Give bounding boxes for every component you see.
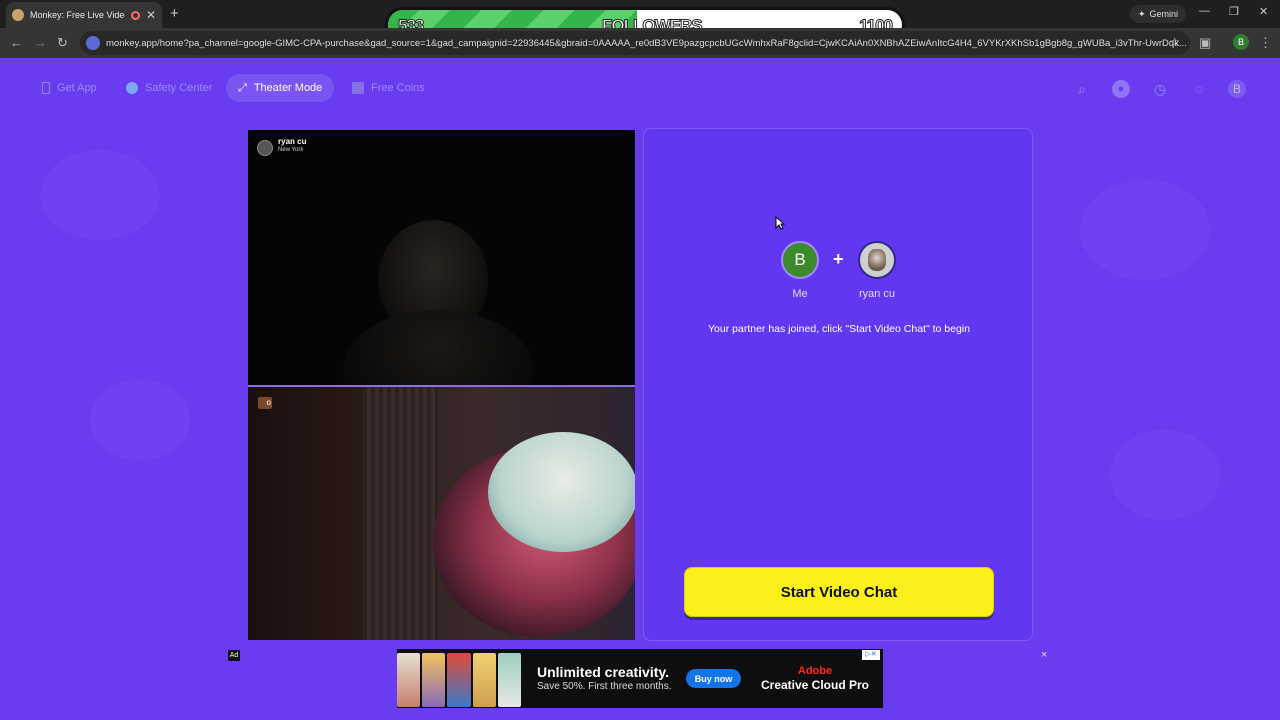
nav-theater-mode-label: Theater Mode bbox=[253, 82, 323, 94]
back-icon[interactable]: ← bbox=[10, 35, 23, 50]
ad-buy-now-button[interactable]: Buy now bbox=[686, 669, 741, 688]
bookmark-star-icon[interactable]: ☆ bbox=[1169, 35, 1180, 49]
background-decoration bbox=[40, 150, 160, 240]
partner-avatar bbox=[257, 140, 273, 156]
plus-icon: + bbox=[833, 249, 844, 269]
site-info-icon[interactable] bbox=[86, 36, 100, 50]
partner-avatar-large bbox=[858, 241, 896, 279]
history-icon[interactable]: ◷ bbox=[1151, 80, 1169, 98]
partner-label: ryan cu bbox=[858, 288, 896, 300]
nav-free-coins-label: Free Coins bbox=[371, 82, 425, 94]
ad-brand-bottom: Creative Cloud Pro bbox=[760, 678, 870, 692]
gemini-button[interactable]: ✦ Gemini bbox=[1129, 5, 1186, 23]
background-decoration bbox=[1110, 430, 1220, 520]
side-panel-icon[interactable]: ▣ bbox=[1199, 35, 1211, 51]
chat-icon[interactable]: ◌ bbox=[1190, 80, 1208, 98]
match-panel: B + Me ryan cu Your partner has joined, … bbox=[643, 128, 1033, 641]
close-window-icon[interactable]: ✕ bbox=[1259, 5, 1268, 18]
me-label: Me bbox=[792, 288, 808, 300]
partner-shoulders bbox=[343, 310, 533, 385]
nav-free-coins[interactable]: Free Coins bbox=[340, 74, 437, 102]
ad-banner[interactable]: Unlimited creativity. Save 50%. First th… bbox=[397, 649, 883, 708]
site-top-nav: Get App Safety Center ⤢ Theater Mode Fre… bbox=[0, 72, 1280, 104]
ad-choices-icon[interactable]: ▷✕ bbox=[862, 650, 880, 660]
browser-profile-avatar[interactable]: B bbox=[1233, 34, 1249, 50]
menu-icon[interactable]: ⋮ bbox=[1259, 35, 1272, 51]
browser-tab[interactable]: Monkey: Free Live Video Ch ✕ bbox=[6, 2, 162, 28]
expand-icon: ⤢ bbox=[238, 81, 247, 94]
url-field[interactable]: monkey.app/home?pa_channel=google-GIMC-C… bbox=[80, 31, 1190, 55]
ad-thumbnail bbox=[497, 653, 522, 707]
partner-location: New York bbox=[278, 147, 304, 153]
phone-icon bbox=[42, 82, 50, 94]
window-shutter bbox=[363, 387, 438, 640]
coins-icon bbox=[352, 82, 364, 94]
background-decoration bbox=[1080, 180, 1210, 280]
ad-brand-top: Adobe bbox=[797, 665, 833, 677]
nav-get-app[interactable]: Get App bbox=[30, 74, 109, 102]
me-avatar: B bbox=[781, 241, 819, 279]
address-bar-row: ← → ↻ monkey.app/home?pa_channel=google-… bbox=[0, 28, 1280, 58]
ad-thumbnail bbox=[397, 653, 421, 707]
partner-joined-message: Your partner has joined, click "Start Vi… bbox=[708, 323, 970, 335]
self-badge: o bbox=[258, 397, 272, 409]
self-cap bbox=[488, 432, 635, 552]
gemini-label: Gemini bbox=[1149, 9, 1178, 19]
shield-icon bbox=[126, 82, 138, 94]
background-decoration bbox=[90, 380, 190, 460]
monkey-favicon-icon bbox=[12, 9, 24, 21]
self-video: o bbox=[248, 387, 635, 640]
start-video-chat-button[interactable]: Start Video Chat bbox=[684, 567, 994, 617]
nav-safety-center-label: Safety Center bbox=[145, 82, 213, 94]
minimize-icon[interactable]: — bbox=[1199, 5, 1210, 17]
nav-safety-center[interactable]: Safety Center bbox=[114, 74, 224, 102]
ad-thumbnail bbox=[447, 653, 471, 707]
mouse-cursor-icon bbox=[775, 216, 785, 230]
friends-avatar-icon[interactable]: ● bbox=[1112, 80, 1130, 98]
url-text: monkey.app/home?pa_channel=google-GIMC-C… bbox=[106, 37, 1187, 49]
ad-thumbnails bbox=[397, 653, 522, 707]
nav-theater-mode[interactable]: ⤢ Theater Mode bbox=[226, 74, 335, 102]
partner-photo-icon bbox=[868, 249, 886, 271]
restore-icon[interactable]: ❐ bbox=[1229, 5, 1239, 18]
reload-icon[interactable]: ↻ bbox=[57, 35, 68, 51]
forward-icon[interactable]: → bbox=[34, 35, 47, 50]
ad-thumbnail bbox=[422, 653, 446, 707]
ad-label: Ad bbox=[228, 650, 240, 661]
ad-headline: Unlimited creativity. bbox=[537, 664, 670, 680]
ad-thumbnail bbox=[472, 653, 496, 707]
nav-get-app-label: Get App bbox=[57, 82, 97, 94]
new-tab-button[interactable]: + bbox=[170, 5, 179, 22]
search-icon[interactable]: ⌕ bbox=[1073, 80, 1091, 98]
partner-name: ryan cu bbox=[278, 137, 307, 146]
close-tab-icon[interactable]: ✕ bbox=[146, 8, 156, 22]
recording-icon bbox=[130, 10, 140, 20]
sparkle-icon: ✦ bbox=[1137, 8, 1146, 19]
partner-video: ryan cu New York bbox=[248, 130, 635, 385]
ad-close-button[interactable]: × bbox=[1041, 649, 1047, 661]
profile-avatar[interactable]: B bbox=[1228, 80, 1246, 98]
ad-subline: Save 50%. First three months. bbox=[537, 681, 672, 692]
tab-title: Monkey: Free Live Video Ch bbox=[30, 10, 125, 20]
